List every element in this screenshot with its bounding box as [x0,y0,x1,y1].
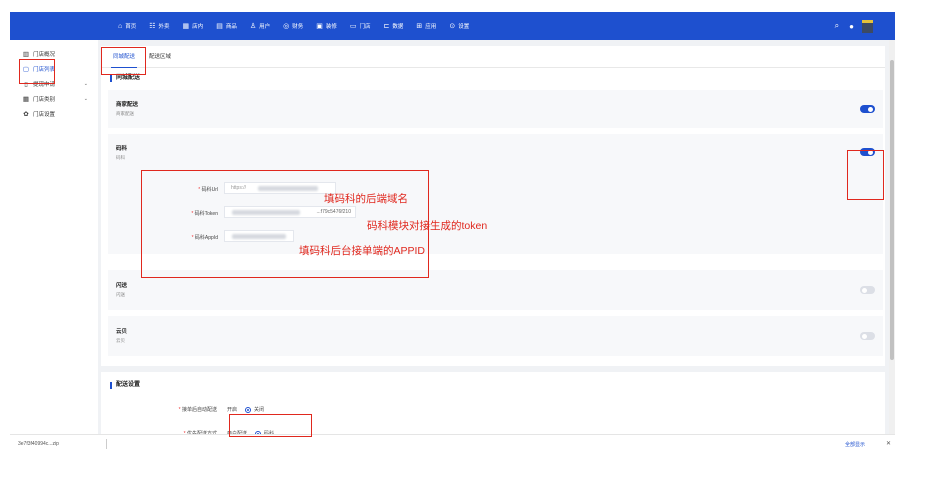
nav-item[interactable]: ⊞ 应用 [416,22,437,31]
settings-icon: ⊙ [449,22,456,30]
takeout-icon: ☷ [149,22,156,30]
section-title-local: 同城配送 [110,75,140,82]
row-subtitle: 闪送 [116,292,125,297]
chart-icon: ▥ [22,50,30,58]
scrollbar-thumb[interactable] [890,60,894,360]
auto-delivery-label: * 接单后自动配送 [178,407,217,413]
nav-item[interactable]: ⌂ 首页 [118,22,137,31]
nav-item[interactable]: ▭ 门店 [349,22,371,31]
shansong-toggle[interactable] [860,286,875,294]
auto-delivery-on-radio[interactable]: 开启 [227,406,237,413]
yunji-toggle[interactable] [860,332,875,340]
divider [106,439,107,449]
sidebar: ▥ 门店概况 ▢ 门店列表 ▯ 提现申请 ⌄ ▦ 门店类别 ⌄ ✿ 门店设置 [10,40,98,454]
annotation-box-store-list [19,59,55,84]
nav-item[interactable]: ☷ 外卖 [149,22,170,31]
chevron-down-icon[interactable]: ⌄ [84,96,88,102]
nav-item-label: 设置 [458,24,470,30]
top-nav-right: ⌕ ● [825,12,873,40]
nav-item[interactable]: ♙ 用户 [249,22,271,31]
decorate-icon: ▣ [316,22,323,30]
nav-item-label: 财务 [292,24,304,30]
sidebar-item-label: 门店概况 [33,51,56,58]
sidebar-item-label: 门店类别 [33,96,56,103]
user-icon: ♙ [249,22,257,30]
nav-item[interactable]: ⊏ 数据 [383,22,404,31]
annotation-box-priority [229,414,312,437]
auto-delivery-off-radio[interactable]: 关闭 [245,406,264,413]
finance-icon: ◎ [283,22,290,30]
row-subtitle: 云贝 [116,338,125,343]
dine-in-icon: ▦ [182,22,190,30]
sidebar-item[interactable]: ✿ 门店设置 [10,106,98,121]
row-merchant-delivery: 商家配送 商家配送 [108,90,883,128]
auto-delivery-radio-group: 开启 关闭 [227,406,272,413]
nav-item-label: 装修 [325,24,337,30]
merchant-delivery-toggle[interactable] [860,105,875,113]
row-title: 闪送 [116,283,128,289]
search-icon[interactable]: ⌕ [835,21,839,31]
show-all-link[interactable]: 全部显示 [845,441,865,448]
annotation-box-tab [101,47,146,75]
sidebar-item[interactable]: ▦ 门店类别 ⌄ [10,91,98,106]
category-icon: ▦ [22,95,30,103]
row-yunji: 云贝 云贝 [108,316,883,356]
row-subtitle: 码科 [116,155,125,160]
nav-item-label: 商品 [225,24,237,30]
top-nav: ⌂ 首页 ☷ 外卖 ▦ 店内 ▤ 商品 ♙ 用户 ◎ 财务 ▣ 装修 ▭ 门店 ⊏ 数据 ⊞ 应用 ⊙ 设置 ⌕ ● [10,12,895,40]
row-title: 商家配送 [116,102,139,108]
nav-item[interactable]: ⊙ 设置 [449,22,470,31]
notification-icon[interactable]: ● [849,22,854,31]
section-title-settings: 配送设置 [110,382,140,389]
nav-item-label: 门店 [359,24,371,30]
row-subtitle: 商家配送 [116,111,134,116]
nav-item-label: 应用 [425,24,437,30]
avatar[interactable] [862,19,873,33]
home-icon: ⌂ [118,22,123,30]
nav-item-label: 店内 [192,24,204,30]
nav-item[interactable]: ▤ 商品 [216,22,237,31]
nav-item-label: 外卖 [158,24,170,30]
sidebar-item-label: 门店设置 [33,111,56,118]
nav-item-label: 首页 [125,24,137,30]
nav-item[interactable]: ▦ 店内 [182,22,204,31]
annotation-box-toggle [847,150,884,200]
store-icon: ▭ [349,22,357,30]
tab-delivery-area[interactable]: 配送区域 [149,46,171,68]
chevron-down-icon[interactable]: ⌄ [84,81,88,87]
scrollbar[interactable] [889,40,895,454]
tabs: 同城配送 配送区域 [101,46,885,68]
data-icon: ⊏ [383,22,390,30]
nav-item-label: 用户 [259,24,271,30]
nav-item[interactable]: ▣ 装修 [316,22,337,31]
top-nav-items: ⌂ 首页 ☷ 外卖 ▦ 店内 ▤ 商品 ♙ 用户 ◎ 财务 ▣ 装修 ▭ 门店 ⊏ 数据 ⊞ 应用 ⊙ 设置 [118,12,482,40]
gear-icon: ✿ [23,110,29,118]
row-title: 云贝 [116,329,128,335]
apps-icon: ⊞ [416,22,423,30]
nav-item-label: 数据 [392,24,404,30]
nav-item[interactable]: ◎ 财务 [283,22,304,31]
annotation-url-note: 填码科的后端域名 [324,193,408,205]
row-title: 码科 [116,146,128,152]
goods-icon: ▤ [216,22,223,30]
annotation-appid-note: 填码科后台接单端的APPID [299,245,426,257]
annotation-token-note: 码科模块对接生成的token [367,220,488,232]
download-file[interactable]: 3e7f3f40994c...zip [18,441,59,447]
download-bar: 3e7f3f40994c...zip 全部显示 ✕ [10,434,895,454]
close-icon[interactable]: ✕ [886,440,891,447]
